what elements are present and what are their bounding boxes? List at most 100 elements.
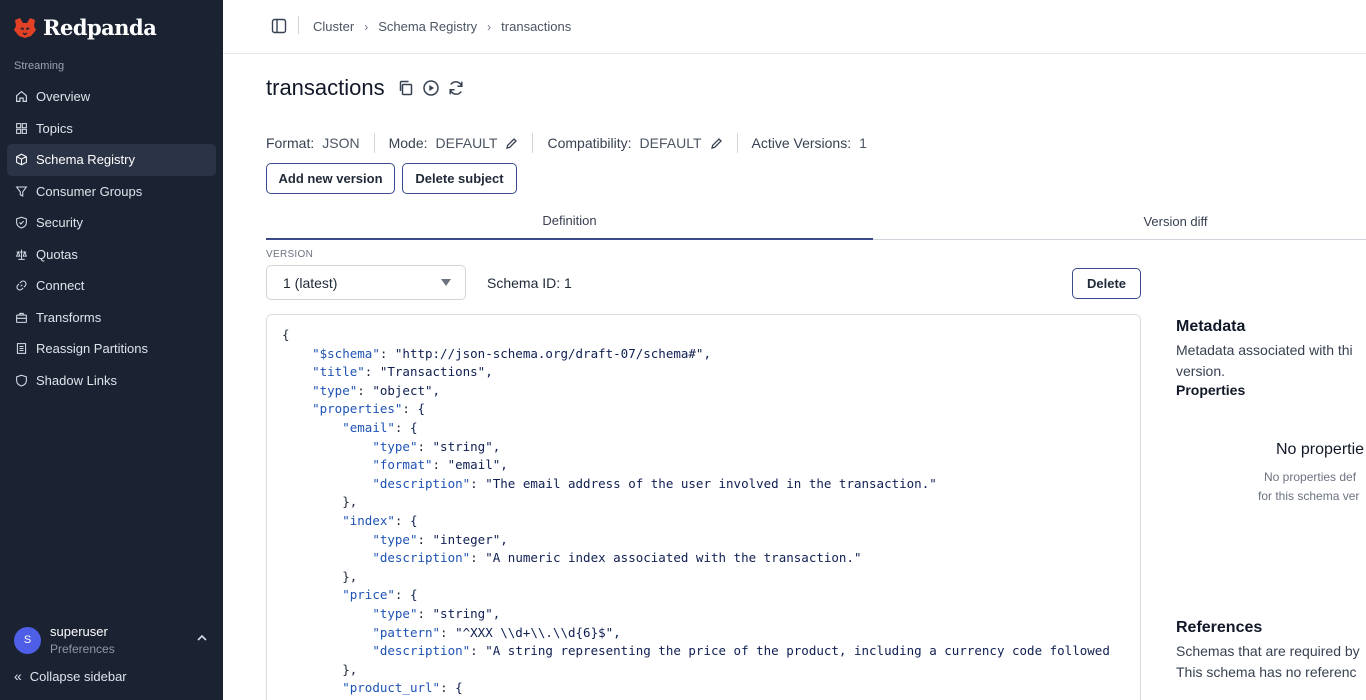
user-name: superuser	[50, 624, 108, 639]
collapse-sidebar-button[interactable]: « Collapse sidebar	[14, 668, 127, 684]
properties-title: Properties	[1176, 382, 1246, 398]
code-line: "description": "The email address of the…	[372, 475, 937, 491]
code-line: "title": "Transactions",	[312, 364, 493, 380]
shield-outline-icon	[15, 374, 28, 387]
caret-down-icon	[441, 279, 451, 286]
code-line: "product_url": {	[342, 680, 463, 696]
references-description: Schemas that are required by	[1176, 643, 1360, 659]
double-chevron-left-icon: «	[14, 668, 22, 684]
sidebar-item-schema-registry[interactable]: Schema Registry	[7, 144, 216, 176]
sidebar-item-consumer-groups[interactable]: Consumer Groups	[7, 176, 216, 208]
sidebar-item-label: Transforms	[36, 309, 102, 325]
cube-icon	[15, 153, 28, 166]
section-label-streaming: Streaming	[14, 60, 65, 72]
sidebar-item-label: Overview	[36, 89, 91, 105]
meta-active-versions: Active Versions: 1	[751, 135, 867, 151]
shield-icon	[15, 216, 28, 229]
divider	[373, 133, 375, 153]
no-properties-desc: No properties def	[1264, 470, 1357, 484]
top-bar: Cluster › Schema Registry › transactions	[223, 0, 1366, 54]
add-new-version-button[interactable]: Add new version	[266, 163, 395, 194]
brand-name: Redpanda	[43, 15, 157, 40]
code-line: "format": "email",	[372, 457, 508, 473]
sidebar-item-reassign-partitions[interactable]: Reassign Partitions	[7, 333, 216, 365]
code-line: "description": "A string representing th…	[372, 643, 1110, 659]
sidebar-item-label: Security	[36, 215, 83, 231]
grid-icon	[15, 122, 28, 135]
collapse-sidebar-label: Collapse sidebar	[29, 668, 127, 684]
list-icon	[15, 342, 28, 355]
delete-subject-button[interactable]: Delete subject	[402, 163, 517, 194]
breadcrumb-current: transactions	[501, 19, 572, 34]
sidebar-item-connect[interactable]: Connect	[7, 270, 216, 302]
code-line: "description": "A numeric index associat…	[372, 550, 862, 566]
sidebar-item-label: Shadow Links	[36, 372, 117, 388]
sidebar-item-label: Connect	[36, 278, 85, 294]
copy-icon[interactable]	[397, 79, 415, 97]
sidebar-item-shadow-links[interactable]: Shadow Links	[7, 365, 216, 397]
sidebar-item-quotas[interactable]: Quotas	[7, 239, 216, 271]
user-preferences-label: Preferences	[50, 642, 115, 656]
breadcrumb: Cluster › Schema Registry › transactions	[313, 19, 571, 34]
no-properties-desc-cont: for this schema ver	[1258, 489, 1360, 503]
chevron-right-icon: ›	[487, 19, 492, 34]
no-properties-title: No propertie	[1276, 441, 1365, 458]
delete-version-button[interactable]: Delete	[1072, 268, 1141, 299]
code-line: "type": "string",	[372, 438, 501, 454]
schema-code-viewer[interactable]: { "$schema": "http://json-schema.org/dra…	[266, 314, 1141, 700]
schema-id: Schema ID: 1	[487, 275, 572, 291]
version-label: VERSION	[266, 249, 314, 260]
sidebar-item-transforms[interactable]: Transforms	[7, 302, 216, 334]
brand-logo[interactable]: Redpanda	[13, 15, 157, 40]
avatar: S	[14, 626, 41, 654]
divider	[736, 133, 738, 153]
tab-definition[interactable]: Definition	[266, 203, 873, 240]
breadcrumb-cluster[interactable]: Cluster	[313, 19, 354, 34]
breadcrumb-schema-registry[interactable]: Schema Registry	[378, 19, 477, 34]
redpanda-logo-icon	[14, 17, 36, 38]
sidebar-nav: Overview Topics Schema Registry Consumer…	[7, 81, 216, 396]
divider	[532, 133, 534, 153]
sidebar-item-label: Reassign Partitions	[36, 341, 148, 357]
metadata-description: Metadata associated with thi	[1176, 342, 1353, 358]
code-line: "price": {	[342, 587, 418, 603]
metadata-panel: Metadata Metadata associated with thi ve…	[1176, 318, 1366, 683]
meta-format: Format: JSON	[266, 135, 360, 151]
link-icon	[15, 279, 28, 292]
sidebar: Redpanda Streaming Overview Topics Schem…	[0, 0, 223, 700]
chevron-up-icon	[197, 634, 207, 641]
sidebar-item-label: Topics	[36, 120, 73, 136]
subject-meta: Format: JSON Mode: DEFAULT Compatibility…	[266, 133, 867, 153]
user-menu[interactable]: S superuser Preferences	[14, 622, 214, 658]
code-line: "$schema": "http://json-schema.org/draft…	[312, 345, 711, 361]
filter-icon	[15, 185, 28, 198]
tabs: Definition Version diff	[266, 203, 1366, 240]
version-select[interactable]: 1 (latest)	[266, 265, 466, 300]
meta-mode: Mode: DEFAULT	[389, 135, 519, 151]
sidebar-item-label: Quotas	[36, 246, 78, 262]
page-title: transactions	[266, 75, 385, 100]
play-icon[interactable]	[422, 79, 440, 97]
code-line: },	[282, 568, 358, 584]
sidebar-item-overview[interactable]: Overview	[7, 81, 216, 113]
code-line: {	[282, 327, 290, 342]
metadata-description-cont: version.	[1176, 363, 1226, 379]
divider	[298, 16, 299, 34]
code-line: },	[282, 661, 358, 677]
refresh-icon[interactable]	[447, 79, 465, 97]
tab-version-diff[interactable]: Version diff	[873, 203, 1366, 240]
scale-icon	[15, 248, 28, 261]
code-line: "pattern": "^XXX \\d+\\.\\d{6}$",	[372, 624, 621, 640]
version-selected-value: 1 (latest)	[283, 274, 338, 291]
metadata-title: Metadata	[1176, 318, 1246, 335]
sidebar-item-topics[interactable]: Topics	[7, 113, 216, 145]
edit-compatibility-pencil-icon[interactable]	[710, 137, 723, 150]
code-line: "type": "string",	[372, 605, 501, 621]
edit-mode-pencil-icon[interactable]	[505, 137, 518, 150]
sidebar-item-security[interactable]: Security	[7, 207, 216, 239]
code-line: "email": {	[342, 419, 418, 435]
schema-code: { "$schema": "http://json-schema.org/dra…	[282, 326, 1110, 698]
code-line: "index": {	[342, 512, 418, 528]
chevron-right-icon: ›	[364, 19, 369, 34]
sidebar-toggle-icon[interactable]	[271, 18, 287, 34]
